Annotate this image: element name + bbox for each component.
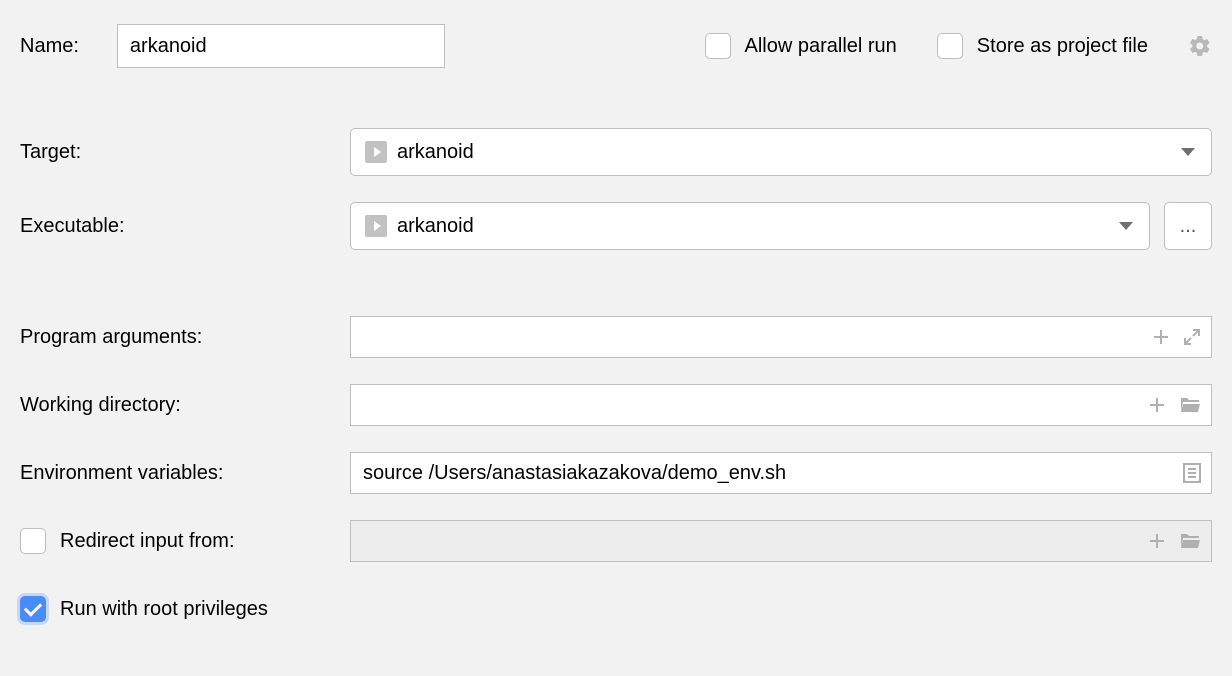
- executable-icon: [365, 215, 387, 237]
- folder-icon: [1179, 532, 1201, 550]
- store-project-file-group[interactable]: Store as project file: [937, 33, 1148, 59]
- name-group: Name:: [20, 24, 445, 68]
- redirect-input-checkbox[interactable]: [20, 528, 46, 554]
- folder-icon[interactable]: [1179, 396, 1201, 414]
- target-dropdown[interactable]: arkanoid: [350, 128, 1212, 176]
- program-arguments-input[interactable]: [363, 326, 1199, 349]
- run-with-root-checkbox[interactable]: [20, 596, 46, 622]
- environment-variables-label: Environment variables:: [20, 462, 350, 485]
- executable-icon: [365, 141, 387, 163]
- environment-variables-input[interactable]: [363, 462, 1199, 485]
- environment-variables-field[interactable]: [350, 452, 1212, 494]
- chevron-down-icon: [1119, 222, 1133, 230]
- working-directory-label: Working directory:: [20, 394, 350, 417]
- plus-icon: [1149, 533, 1165, 549]
- program-arguments-label: Program arguments:: [20, 326, 350, 349]
- expand-icon[interactable]: [1183, 328, 1201, 346]
- executable-browse-button[interactable]: ...: [1164, 202, 1212, 250]
- gear-icon[interactable]: [1188, 34, 1212, 58]
- allow-parallel-run-group[interactable]: Allow parallel run: [705, 33, 897, 59]
- allow-parallel-run-checkbox[interactable]: [705, 33, 731, 59]
- target-value: arkanoid: [397, 141, 474, 164]
- plus-icon[interactable]: [1153, 329, 1169, 345]
- executable-dropdown[interactable]: arkanoid: [350, 202, 1150, 250]
- allow-parallel-run-label: Allow parallel run: [745, 35, 897, 58]
- store-project-file-label: Store as project file: [977, 35, 1148, 58]
- store-project-file-checkbox[interactable]: [937, 33, 963, 59]
- executable-value: arkanoid: [397, 215, 474, 238]
- header-row: Name: Allow parallel run Store as projec…: [20, 24, 1212, 68]
- chevron-down-icon: [1181, 148, 1195, 156]
- working-directory-input[interactable]: [363, 394, 1199, 417]
- working-directory-field[interactable]: [350, 384, 1212, 426]
- name-label: Name:: [20, 35, 79, 58]
- program-arguments-field[interactable]: [350, 316, 1212, 358]
- target-label: Target:: [20, 141, 350, 164]
- redirect-input-input: [363, 530, 1199, 553]
- list-icon[interactable]: [1183, 463, 1201, 483]
- redirect-input-field: [350, 520, 1212, 562]
- redirect-input-group: Redirect input from:: [20, 528, 350, 554]
- executable-label: Executable:: [20, 215, 350, 238]
- redirect-input-label: Redirect input from:: [60, 530, 235, 553]
- run-with-root-group[interactable]: Run with root privileges: [20, 596, 1212, 622]
- run-with-root-label: Run with root privileges: [60, 598, 268, 621]
- plus-icon[interactable]: [1149, 397, 1165, 413]
- config-form: Target: arkanoid Executable: arkanoid ..…: [20, 128, 1212, 622]
- name-input[interactable]: [117, 24, 445, 68]
